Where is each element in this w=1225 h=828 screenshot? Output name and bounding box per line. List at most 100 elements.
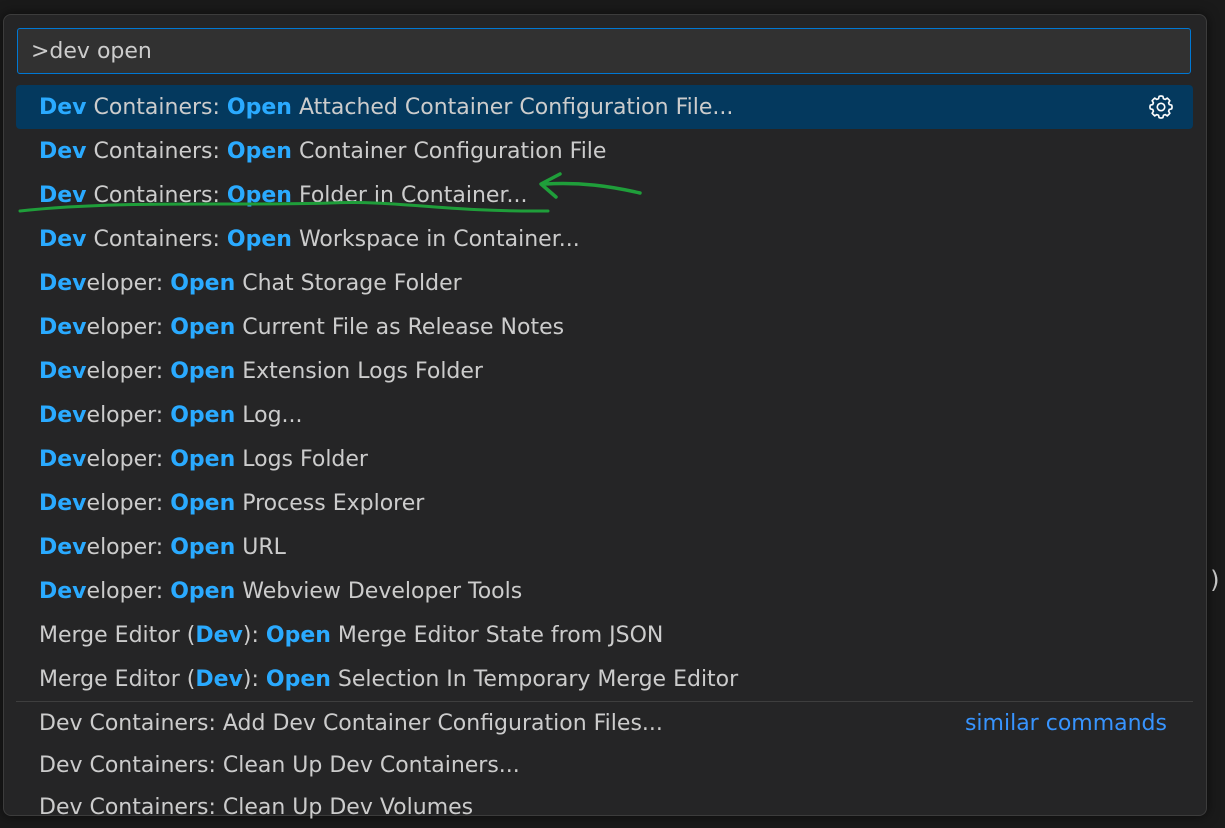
command-item[interactable]: Developer: Open Webview Developer Tools	[16, 569, 1193, 613]
match-highlight: Dev	[39, 358, 87, 384]
command-palette-input[interactable]	[31, 38, 1190, 64]
similar-command-label: Dev Containers: Clean Up Dev Volumes	[39, 794, 474, 820]
match-highlight: Open	[170, 314, 236, 340]
command-item[interactable]: Developer: Open Current File as Release …	[16, 305, 1193, 349]
command-item[interactable]: Dev Containers: Open Container Configura…	[16, 129, 1193, 173]
command-palette: Dev Containers: Open Attached Container …	[3, 14, 1207, 820]
command-text: Extension Logs Folder	[235, 358, 483, 384]
match-highlight: Dev	[39, 182, 87, 208]
command-palette-input-box[interactable]	[17, 28, 1191, 74]
command-text: Process Explorer	[235, 490, 425, 516]
command-text: eloper:	[86, 358, 171, 384]
similar-command-label: Dev Containers: Add Dev Container Config…	[39, 710, 663, 736]
match-highlight: Dev	[39, 138, 87, 164]
match-highlight: Open	[170, 534, 236, 560]
command-item[interactable]: Dev Containers: Open Attached Container …	[16, 85, 1193, 129]
match-highlight: Dev	[39, 402, 87, 428]
command-text: eloper:	[86, 270, 171, 296]
command-text: Merge Editor (	[39, 622, 196, 648]
command-label: Developer: Open Current File as Release …	[39, 315, 564, 340]
command-text: Containers:	[86, 182, 227, 208]
command-text: eloper:	[86, 402, 171, 428]
command-item[interactable]: Dev Containers: Open Folder in Container…	[16, 173, 1193, 217]
command-text: eloper:	[86, 534, 171, 560]
match-highlight: Open	[170, 270, 236, 296]
command-results-list: Dev Containers: Open Attached Container …	[16, 85, 1193, 828]
similar-command-label: Dev Containers: Clean Up Dev Containers.…	[39, 752, 520, 778]
match-highlight: Dev	[39, 446, 87, 472]
match-highlight: Open	[265, 666, 331, 692]
command-item[interactable]: Developer: Open Logs Folder	[16, 437, 1193, 481]
command-label: Developer: Open Log...	[39, 403, 303, 428]
command-label: Dev Containers: Open Workspace in Contai…	[39, 227, 580, 252]
command-text: ):	[242, 622, 266, 648]
match-highlight: Dev	[39, 490, 87, 516]
match-highlight: Open	[170, 490, 236, 516]
match-highlight: Open	[265, 622, 331, 648]
command-text: Current File as Release Notes	[235, 314, 565, 340]
command-label: Dev Containers: Open Folder in Container…	[39, 183, 527, 208]
command-label: Developer: Open Webview Developer Tools	[39, 579, 522, 604]
match-highlight: Dev	[39, 226, 87, 252]
command-text: Container Configuration File	[291, 138, 607, 164]
match-highlight: Open	[170, 402, 236, 428]
command-text: Webview Developer Tools	[235, 578, 523, 604]
command-item[interactable]: Developer: Open Extension Logs Folder	[16, 349, 1193, 393]
command-item[interactable]: Developer: Open URL	[16, 525, 1193, 569]
command-label: Dev Containers: Open Container Configura…	[39, 139, 606, 164]
gear-icon[interactable]	[1147, 93, 1175, 121]
command-item[interactable]: Dev Containers: Open Workspace in Contai…	[16, 217, 1193, 261]
command-text: Log...	[235, 402, 303, 428]
command-text: Attached Container Configuration File...	[291, 94, 734, 120]
match-highlight: Open	[170, 358, 236, 384]
command-text: URL	[235, 534, 286, 560]
match-highlight: Dev	[39, 270, 87, 296]
command-label: Dev Containers: Open Attached Container …	[39, 95, 733, 120]
match-highlight: Dev	[195, 666, 243, 692]
similar-commands-link[interactable]: similar commands	[965, 711, 1167, 736]
command-label: Developer: Open Chat Storage Folder	[39, 271, 462, 296]
similar-command-item[interactable]: Dev Containers: Clean Up Dev Containers.…	[16, 744, 1193, 786]
command-text: eloper:	[86, 490, 171, 516]
command-label: Developer: Open Logs Folder	[39, 447, 368, 472]
command-label: Developer: Open URL	[39, 535, 286, 560]
command-item[interactable]: Developer: Open Chat Storage Folder	[16, 261, 1193, 305]
command-text: eloper:	[86, 578, 171, 604]
command-item[interactable]: Merge Editor (Dev): Open Selection In Te…	[16, 657, 1193, 701]
match-highlight: Open	[226, 226, 292, 252]
similar-command-item[interactable]: Dev Containers: Clean Up Dev Volumes	[16, 786, 1193, 828]
match-highlight: Open	[226, 138, 292, 164]
match-highlight: Dev	[39, 94, 87, 120]
command-item[interactable]: Merge Editor (Dev): Open Merge Editor St…	[16, 613, 1193, 657]
command-text: Containers:	[86, 94, 227, 120]
match-highlight: Dev	[39, 314, 87, 340]
command-text: eloper:	[86, 446, 171, 472]
command-text: eloper:	[86, 314, 171, 340]
command-text: Workspace in Container...	[291, 226, 580, 252]
command-item[interactable]: Developer: Open Process Explorer	[16, 481, 1193, 525]
command-label: Merge Editor (Dev): Open Merge Editor St…	[39, 623, 663, 648]
command-text: ):	[242, 666, 266, 692]
match-highlight: Open	[226, 182, 292, 208]
command-label: Developer: Open Extension Logs Folder	[39, 359, 483, 384]
command-text: Merge Editor (	[39, 666, 196, 692]
match-highlight: Open	[170, 578, 236, 604]
command-label: Developer: Open Process Explorer	[39, 491, 424, 516]
match-highlight: Dev	[39, 578, 87, 604]
match-highlight: Dev	[195, 622, 243, 648]
command-text: Containers:	[86, 226, 227, 252]
command-label: Merge Editor (Dev): Open Selection In Te…	[39, 667, 738, 692]
command-text: Logs Folder	[235, 446, 368, 472]
similar-commands-list: Dev Containers: Add Dev Container Config…	[16, 702, 1193, 828]
match-highlight: Dev	[39, 534, 87, 560]
background-code-fragment: )	[1208, 566, 1223, 594]
command-text: Chat Storage Folder	[235, 270, 462, 296]
match-highlight: Open	[226, 94, 292, 120]
command-text: Merge Editor State from JSON	[330, 622, 664, 648]
command-text: Selection In Temporary Merge Editor	[330, 666, 739, 692]
command-text: Folder in Container...	[291, 182, 528, 208]
command-item[interactable]: Developer: Open Log...	[16, 393, 1193, 437]
similar-command-item[interactable]: Dev Containers: Add Dev Container Config…	[16, 702, 1193, 744]
command-text: Containers:	[86, 138, 227, 164]
match-highlight: Open	[170, 446, 236, 472]
